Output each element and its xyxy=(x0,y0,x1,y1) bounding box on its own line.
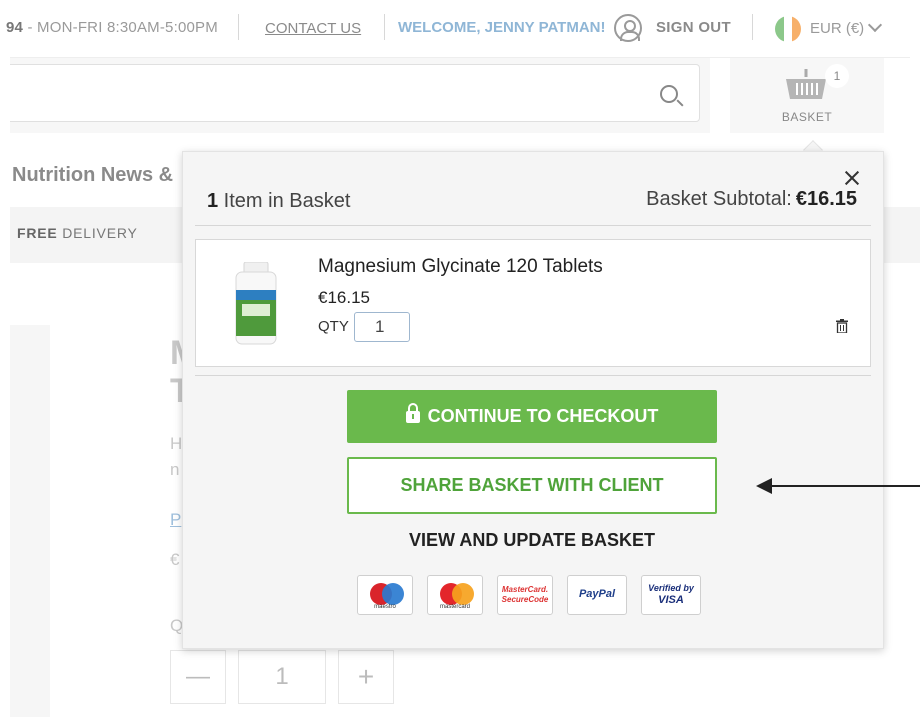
divider xyxy=(238,14,239,40)
basket-item-count: 1 Item in Basket xyxy=(207,190,350,213)
paypal-logo: PayPal xyxy=(567,575,627,615)
mastercard-logo: mastercard xyxy=(427,575,483,615)
basket-label: BASKET xyxy=(781,110,833,124)
phone-hours: 94 - MON-FRI 8:30AM-5:00PM xyxy=(6,19,218,36)
divider xyxy=(195,375,871,376)
page: 94 - MON-FRI 8:30AM-5:00PM CONTACT US WE… xyxy=(0,0,920,717)
trash-icon[interactable] xyxy=(836,319,848,333)
verified-line1: Verified by xyxy=(648,583,694,593)
search-band xyxy=(10,58,710,133)
close-icon[interactable] xyxy=(843,169,861,187)
opening-hours: - MON-FRI 8:30AM-5:00PM xyxy=(23,19,218,36)
basket-count-badge: 1 xyxy=(825,64,849,88)
item-count-label: Item in Basket xyxy=(218,190,351,212)
ireland-flag-icon[interactable] xyxy=(775,16,801,42)
sign-out-link[interactable]: SIGN OUT xyxy=(656,19,731,36)
subtotal-amount: €16.15 xyxy=(795,188,857,210)
product-price: €16.15 xyxy=(318,288,370,307)
securecode-line2: SecureCode xyxy=(501,595,549,604)
verified-by-visa-logo: Verified by VISA xyxy=(641,575,701,615)
product-image-area xyxy=(10,325,50,717)
continue-to-checkout-button[interactable]: CONTINUE TO CHECKOUT xyxy=(347,390,717,443)
search-input[interactable] xyxy=(10,64,700,122)
basket-button[interactable]: 1 BASKET xyxy=(730,58,884,133)
top-bar: 94 - MON-FRI 8:30AM-5:00PM CONTACT US WE… xyxy=(0,0,920,58)
securecode-line1: MasterCard. xyxy=(501,585,549,594)
user-icon[interactable] xyxy=(614,14,642,42)
quantity-input[interactable]: 1 xyxy=(238,650,326,704)
basket-subtotal: Basket Subtotal: €16.15 xyxy=(646,188,857,211)
product-bottle-image[interactable] xyxy=(232,262,280,346)
checkout-label: CONTINUE TO CHECKOUT xyxy=(427,406,659,426)
divider xyxy=(384,14,385,40)
annotation-arrow-line xyxy=(770,485,920,487)
divider xyxy=(752,14,753,40)
product-text-fragment: H xyxy=(170,434,183,453)
maestro-caption: maestro xyxy=(374,604,396,610)
product-link-fragment: P xyxy=(170,510,182,529)
basket-qty-input[interactable] xyxy=(354,312,410,342)
verified-line2: VISA xyxy=(658,594,684,606)
product-name[interactable]: Magnesium Glycinate 120 Tablets xyxy=(318,256,603,278)
qty-label: QTY xyxy=(318,318,349,335)
lock-icon xyxy=(405,403,420,423)
maestro-logo: maestro xyxy=(357,575,413,615)
basket-popup: 1 Item in Basket Basket Subtotal: €16.15 … xyxy=(182,151,884,649)
quantity-decrease-button[interactable]: — xyxy=(170,650,226,704)
share-basket-button[interactable]: SHARE BASKET WITH CLIENT xyxy=(347,457,717,514)
welcome-message: WELCOME, JENNY PATMAN! xyxy=(398,19,606,36)
product-text-fragment: n xyxy=(170,460,180,479)
basket-icon xyxy=(786,69,826,99)
free-delivery-text: FREE DELIVERY xyxy=(17,225,138,241)
mastercard-caption: mastercard xyxy=(439,604,470,610)
item-count-number: 1 xyxy=(207,190,219,212)
delivery-label: DELIVERY xyxy=(57,225,138,241)
product-price-fragment: € xyxy=(170,550,180,569)
chevron-down-icon[interactable] xyxy=(867,17,883,33)
divider xyxy=(195,225,871,226)
phone-number: 94 xyxy=(6,19,24,36)
free-label: FREE xyxy=(17,225,58,241)
securecode-logo: MasterCard. SecureCode xyxy=(497,575,553,615)
contact-us-link[interactable]: CONTACT US xyxy=(265,20,361,37)
paypal-caption: PayPal xyxy=(578,588,616,600)
payment-methods: maestro mastercard MasterCard. SecureCode… xyxy=(357,575,701,617)
nav-item-nutrition-news[interactable]: Nutrition News & xyxy=(12,164,173,187)
view-update-basket-link[interactable]: VIEW AND UPDATE BASKET xyxy=(347,530,717,551)
quantity-increase-button[interactable]: + xyxy=(338,650,394,704)
subtotal-label: Basket Subtotal: xyxy=(646,188,792,210)
basket-item: Magnesium Glycinate 120 Tablets €16.15 Q… xyxy=(195,239,871,367)
search-icon[interactable] xyxy=(660,85,678,103)
annotation-arrow-head xyxy=(756,478,772,494)
currency-selector[interactable]: EUR (€) xyxy=(810,20,864,37)
